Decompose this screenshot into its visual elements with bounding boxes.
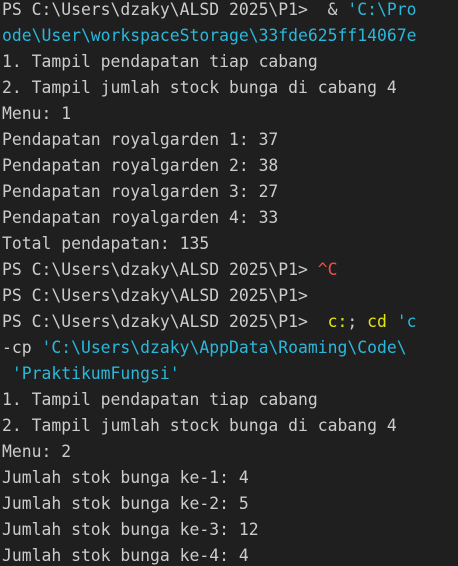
terminal-line: Menu: 1 <box>2 101 71 127</box>
terminal-text-segment: cd <box>367 312 387 331</box>
terminal-text-segment: Jumlah stok bunga ke-3: 12 <box>2 520 259 539</box>
terminal-text-segment: PS C:\Users\dzaky\ALSD 2025\P1> <box>2 260 318 279</box>
terminal-text-segment: Pendapatan royalgarden 3: 27 <box>2 182 279 201</box>
terminal-text-segment: 'C:\Users\dzaky\AppData\Roaming\Code\ <box>31 338 407 357</box>
terminal-text-segment: Pendapatan royalgarden 2: 38 <box>2 156 279 175</box>
terminal-text-segment: Jumlah stok bunga ke-1: 4 <box>2 468 249 487</box>
terminal-text-segment: PS C:\Users\dzaky\ALSD 2025\P1> <box>2 286 308 305</box>
terminal-text-segment: PS C:\Users\dzaky\ALSD 2025\P1> <box>2 312 328 331</box>
terminal-text-segment: 2. Tampil jumlah stock bunga di cabang 4 <box>2 78 397 97</box>
terminal-line: 2. Tampil jumlah stock bunga di cabang 4 <box>2 75 397 101</box>
terminal-line: PS C:\Users\dzaky\ALSD 2025\P1> <box>2 283 308 309</box>
terminal-text-segment: Jumlah stok bunga ke-2: 5 <box>2 494 249 513</box>
terminal-line: Jumlah stok bunga ke-3: 12 <box>2 517 259 543</box>
terminal-line: PS C:\Users\dzaky\ALSD 2025\P1> & 'C:\Pr… <box>2 0 416 23</box>
terminal-line: 2. Tampil jumlah stock bunga di cabang 4 <box>2 413 397 439</box>
terminal-line: 1. Tampil pendapatan tiap cabang <box>2 49 318 75</box>
terminal-line: Pendapatan royalgarden 4: 33 <box>2 205 278 231</box>
terminal-line: Jumlah stok bunga ke-4: 4 <box>2 543 249 566</box>
terminal-text-segment: Jumlah stok bunga ke-4: 4 <box>2 546 249 565</box>
terminal-line: Total pendapatan: 135 <box>2 231 209 257</box>
terminal-text-segment: ^C <box>317 260 338 279</box>
terminal-line: PS C:\Users\dzaky\ALSD 2025\P1> c:; cd '… <box>2 309 417 335</box>
terminal-text-segment: Pendapatan royalgarden 1: 37 <box>2 130 279 149</box>
terminal-line: Jumlah stok bunga ke-1: 4 <box>2 465 249 491</box>
terminal-line: ode\User\workspaceStorage\33fde625ff1406… <box>2 23 416 49</box>
terminal-text-segment: -cp <box>2 338 32 357</box>
terminal-text-segment: 1. Tampil pendapatan tiap cabang <box>2 390 318 409</box>
terminal-line: Menu: 2 <box>2 439 71 465</box>
terminal-line: 'PraktikumFungsi' <box>2 361 180 387</box>
terminal-text-segment: 'c <box>386 312 417 331</box>
terminal-line: -cp 'C:\Users\dzaky\AppData\Roaming\Code… <box>2 335 407 361</box>
terminal-line: Pendapatan royalgarden 3: 27 <box>2 179 278 205</box>
terminal-line: PS C:\Users\dzaky\ALSD 2025\P1> ^C <box>2 257 338 283</box>
terminal-text-segment: Menu: 1 <box>2 104 72 123</box>
terminal-text-segment: Menu: 2 <box>2 442 72 461</box>
terminal-text-segment: 'PraktikumFungsi' <box>2 364 180 383</box>
terminal-text-segment: PS C:\Users\dzaky\ALSD 2025\P1> & <box>2 0 348 19</box>
terminal-text-segment: c: <box>327 312 348 331</box>
terminal-line: 1. Tampil pendapatan tiap cabang <box>2 387 318 413</box>
terminal-output[interactable]: PS C:\Users\dzaky\ALSD 2025\P1> & 'C:\Pr… <box>0 0 458 566</box>
terminal-text-segment: Pendapatan royalgarden 4: 33 <box>2 208 279 227</box>
terminal-line: Pendapatan royalgarden 1: 37 <box>2 127 278 153</box>
terminal-text-segment: ode\User\workspaceStorage\33fde625ff1406… <box>2 26 417 45</box>
terminal-text-segment: 'C:\Pro <box>347 0 417 19</box>
terminal-text-segment: Total pendapatan: 135 <box>2 234 210 253</box>
terminal-text-segment: 1. Tampil pendapatan tiap cabang <box>2 52 318 71</box>
terminal-text-segment: 2. Tampil jumlah stock bunga di cabang 4 <box>2 416 397 435</box>
terminal-line: Jumlah stok bunga ke-2: 5 <box>2 491 249 517</box>
terminal-text-segment: ; <box>347 312 368 331</box>
terminal-line: Pendapatan royalgarden 2: 38 <box>2 153 278 179</box>
